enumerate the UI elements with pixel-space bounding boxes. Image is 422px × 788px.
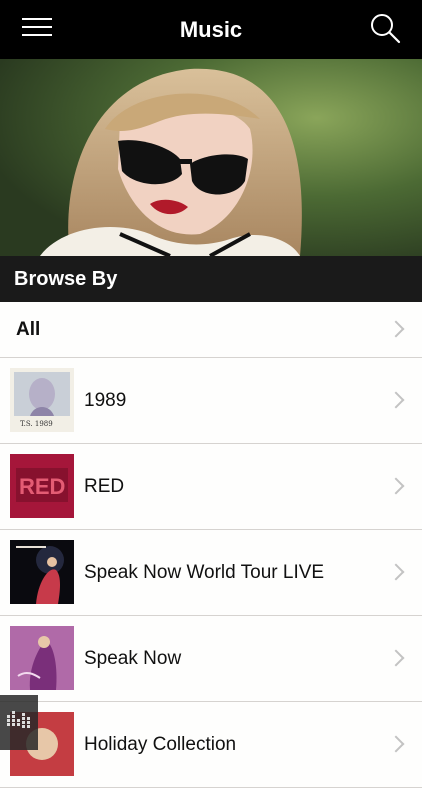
chevron-right-icon xyxy=(387,391,405,409)
album-art-red: RED xyxy=(10,454,74,518)
list-item-speak-now[interactable]: Speak Now xyxy=(0,616,422,702)
chevron-right-icon xyxy=(387,649,405,667)
list-item-all[interactable]: All xyxy=(0,302,422,358)
album-art-1989: T.S. 1989 xyxy=(10,368,74,432)
list-item-label: All xyxy=(16,319,41,340)
album-art-speak-now-world-tour-live xyxy=(10,540,74,604)
browse-by-title: Browse By xyxy=(14,268,118,290)
browse-by-header: Browse By xyxy=(0,256,422,302)
chevron-right-icon xyxy=(387,320,405,338)
equalizer-icon[interactable] xyxy=(0,695,38,750)
list-item-red[interactable]: RED RED xyxy=(0,444,422,530)
page-title: Music xyxy=(179,17,243,42)
list-item-label: Speak Now xyxy=(84,648,182,669)
list-item-speak-now-world-tour-live[interactable]: Speak Now World Tour LIVE xyxy=(0,530,422,616)
list-item-holiday-collection[interactable]: Holiday Collection xyxy=(0,702,422,788)
chevron-right-icon xyxy=(387,563,405,581)
browse-list: All T.S. 1989 1989 RED RED Speak Now Wor… xyxy=(0,302,422,788)
album-art-speak-now xyxy=(10,626,74,690)
list-item-label: Holiday Collection xyxy=(84,734,237,755)
search-icon[interactable] xyxy=(368,12,402,46)
album-art-text: RED xyxy=(19,474,65,499)
list-item-label: Speak Now World Tour LIVE xyxy=(84,562,325,583)
navbar: Music xyxy=(0,0,422,59)
chevron-right-icon xyxy=(387,477,405,495)
album-art-text: T.S. 1989 xyxy=(20,420,53,428)
hero-artist-photo xyxy=(0,59,422,256)
list-item-1989[interactable]: T.S. 1989 1989 xyxy=(0,358,422,444)
list-item-label: 1989 xyxy=(84,390,127,411)
list-item-label: RED xyxy=(84,476,125,497)
